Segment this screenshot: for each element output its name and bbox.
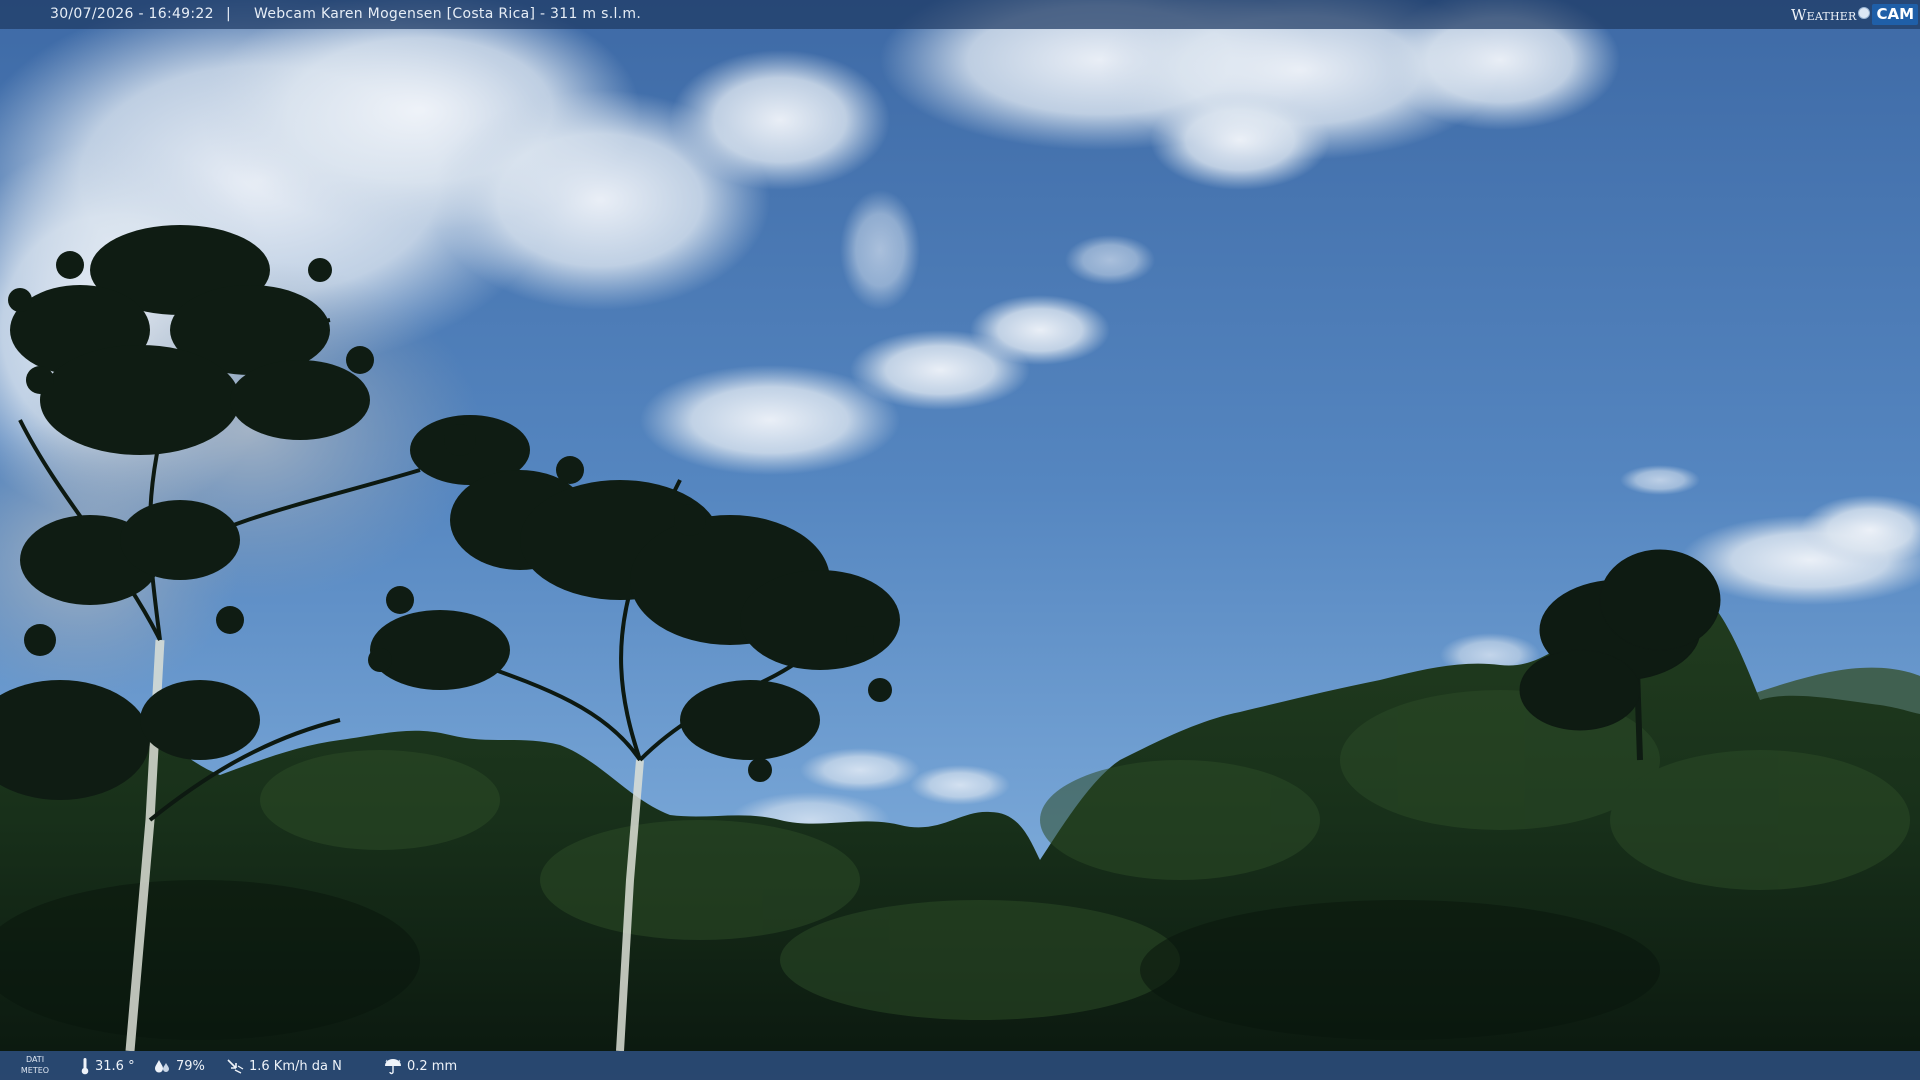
weather-data-label: DATI METEO xyxy=(20,1054,50,1076)
umbrella-icon xyxy=(385,1059,401,1075)
wind-value: 1.6 Km/h da N xyxy=(249,1058,342,1074)
humidity-value: 79% xyxy=(176,1058,205,1074)
weathercam-logo[interactable]: Weather CAM xyxy=(1791,2,1918,27)
wind-direction-icon xyxy=(227,1059,244,1074)
wind-reading: 1.6 Km/h da N xyxy=(226,1057,342,1075)
logo-dot-icon xyxy=(1858,6,1871,19)
separator: | xyxy=(226,6,232,22)
rain-reading: 0.2 mm xyxy=(384,1057,457,1075)
thermometer-icon xyxy=(81,1058,89,1075)
droplets-icon xyxy=(155,1060,169,1073)
humidity-reading: 79% xyxy=(153,1057,205,1075)
camera-title: Webcam Karen Mogensen [Costa Rica] - 311… xyxy=(254,6,642,22)
temperature-reading: 31.6 ° xyxy=(80,1057,135,1075)
label-line-1: DATI xyxy=(25,1055,45,1064)
weather-data-bar: DATI METEO 31.6 ° 79% 1.6 Km/h da N 0.2 … xyxy=(0,1051,1920,1080)
temperature-value: 31.6 ° xyxy=(95,1058,135,1074)
top-info-bar: 30/07/2026 - 16:49:22 | Webcam Karen Mog… xyxy=(0,0,1920,29)
rain-value: 0.2 mm xyxy=(407,1058,458,1074)
label-line-2: METEO xyxy=(20,1066,50,1075)
logo-badge: CAM xyxy=(1872,4,1918,25)
webcam-image xyxy=(0,0,1920,1080)
logo-word: Weather xyxy=(1791,5,1857,24)
timestamp: 30/07/2026 - 16:49:22 xyxy=(50,6,214,22)
